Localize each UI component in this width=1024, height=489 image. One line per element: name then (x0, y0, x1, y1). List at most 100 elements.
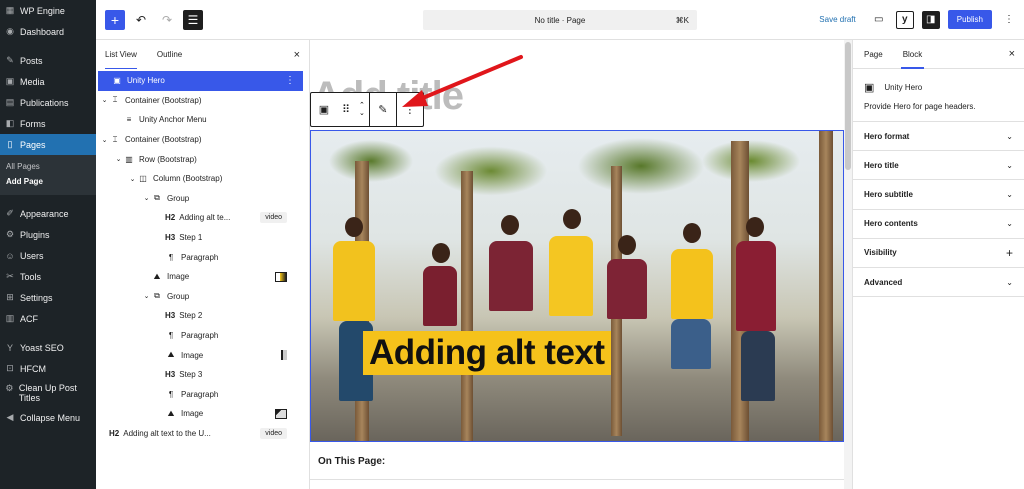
block-name: Unity Hero (884, 83, 923, 92)
close-icon[interactable]: × (294, 49, 300, 61)
redo-button[interactable]: ↷ (157, 10, 177, 30)
row-column[interactable]: ⌄ ◫ Column (Bootstrap) (96, 169, 309, 189)
edit-pencil-icon[interactable]: ✎ (374, 101, 392, 119)
row-image-1[interactable]: ⛰ Image (96, 267, 309, 287)
row-paragraph-1[interactable]: ¶ Paragraph (96, 247, 309, 267)
block-label: Step 3 (179, 370, 203, 380)
menu-item-appearance[interactable]: ✐ Appearance (0, 203, 96, 224)
row-unity-hero[interactable]: ▣ Unity Hero ⋮ (98, 71, 303, 91)
add-block-button[interactable]: + (105, 9, 125, 30)
plus-icon[interactable]: + (1006, 246, 1013, 260)
menu-item-acf[interactable]: ▥ ACF (0, 308, 96, 329)
row-image-3[interactable]: ⛰ Image (96, 404, 309, 424)
menu-item-forms[interactable]: ◧ Forms (0, 113, 96, 134)
submenu-item-add-page[interactable]: Add Page (0, 174, 96, 189)
row-group-2[interactable]: ⌄ ⧉ Group (96, 287, 309, 307)
menu-item-posts[interactable]: ✎ Posts (0, 50, 96, 71)
menu-item-dashboard[interactable]: ◉ Dashboard (0, 21, 96, 42)
settings-tabs: Page Block × (853, 40, 1024, 69)
row-anchor-menu[interactable]: ≡ Unity Anchor Menu (96, 110, 309, 130)
expand-caret-icon[interactable]: ⌄ (142, 194, 151, 202)
menu-item-plugins[interactable]: ⚙ Plugins (0, 224, 96, 245)
panel-visibility[interactable]: Visibility + (853, 239, 1024, 268)
chevron-down-icon[interactable]: ⌄ (1006, 132, 1013, 141)
drag-handle-icon[interactable]: ⠿ (337, 101, 355, 119)
tab-block[interactable]: Block (900, 40, 924, 69)
block-label: Image (181, 409, 204, 419)
row-row[interactable]: ⌄ ▥ Row (Bootstrap) (96, 149, 309, 169)
menu-item-clean-up-post-titles[interactable]: ⚙ Clean Up Post Titles (0, 379, 96, 407)
menu-item-hfcm[interactable]: ⊡ HFCM (0, 358, 96, 379)
panel-hero-title[interactable]: Hero title ⌄ (853, 151, 1024, 181)
admin-menu: ▦ WP Engine ◉ Dashboard ✎ Posts ▣ Media ▤ Publica… (0, 0, 96, 489)
save-draft-button[interactable]: Save draft (819, 15, 855, 24)
settings-sidebar-icon[interactable]: ◨ (921, 10, 940, 29)
block-type-icon: ⧉ (154, 291, 160, 301)
more-options-icon[interactable]: ⋮ (401, 101, 419, 119)
menu-item-media[interactable]: ▣ Media (0, 71, 96, 92)
tab-page[interactable]: Page (864, 40, 883, 69)
panel-advanced[interactable]: Advanced ⌄ (853, 268, 1024, 298)
row-h3-step1[interactable]: H3 Step 1 (96, 228, 309, 248)
panel-hero-subtitle[interactable]: Hero subtitle ⌄ (853, 180, 1024, 210)
menu-item-yoast-seo[interactable]: Y Yoast SEO (0, 337, 96, 358)
panel-hero-contents[interactable]: Hero contents ⌄ (853, 210, 1024, 239)
tab-list-view[interactable]: List View (105, 40, 137, 69)
panel-hero-format[interactable]: Hero format ⌄ (853, 122, 1024, 152)
yoast-icon[interactable]: y (895, 10, 914, 29)
editor-top-toolbar: + ↶ ↷ ☰ No title · Page ⌘K Save draft ▭ … (96, 0, 1024, 40)
publish-button[interactable]: Publish (947, 10, 992, 29)
menu-item-collapse-menu[interactable]: ◀ Collapse Menu (0, 407, 96, 428)
block-type-icon[interactable]: ▣ (315, 101, 333, 119)
close-icon[interactable]: × (1009, 48, 1015, 60)
menu-item-label: Appearance (20, 208, 69, 219)
move-up-icon[interactable]: ⌃ (359, 102, 365, 110)
submenu-item-all-pages[interactable]: All Pages (0, 159, 96, 174)
menu-item-publications[interactable]: ▤ Publications (0, 92, 96, 113)
row-h3-step3[interactable]: H3 Step 3 (96, 365, 309, 385)
tab-outline[interactable]: Outline (157, 40, 182, 69)
on-this-page-label[interactable]: On This Page: (310, 444, 844, 480)
row-image-2[interactable]: ⛰ Image (96, 345, 309, 365)
list-view-panel: List View Outline × ▣ Unity Hero ⋮ ⌄ ⌶ Contai… (96, 40, 310, 489)
expand-caret-icon[interactable]: ⌄ (114, 155, 123, 163)
row-paragraph-3[interactable]: ¶ Paragraph (96, 385, 309, 405)
document-overview-button[interactable]: ☰ (183, 9, 203, 30)
block-settings-sidebar: Page Block × ▣ Unity Hero Provide Hero f… (852, 40, 1024, 489)
pages-icon: ▯ (7, 139, 13, 149)
hero-heading[interactable]: Adding alt text (363, 331, 611, 375)
expand-caret-icon[interactable]: ⌄ (128, 175, 137, 183)
row-h2-adding[interactable]: H2 Adding alt te... video (96, 208, 309, 228)
expand-caret-icon[interactable]: ⌄ (100, 136, 109, 144)
block-options-icon[interactable]: ⋮ (285, 75, 295, 86)
row-group-1[interactable]: ⌄ ⧉ Group (96, 189, 309, 209)
settings-panels: Hero format ⌄ Hero title ⌄ Hero subtitle ⌄ Her… (853, 122, 1024, 298)
hero-block[interactable]: Adding alt text (310, 130, 844, 442)
row-container-1[interactable]: ⌄ ⌶ Container (Bootstrap) (96, 91, 309, 111)
chevron-down-icon[interactable]: ⌄ (1006, 219, 1013, 228)
preview-icon[interactable]: ▭ (870, 11, 888, 29)
menu-item-wp-engine[interactable]: ▦ WP Engine (0, 0, 96, 21)
options-icon[interactable]: ⋮ (1000, 11, 1018, 29)
block-label: Container (Bootstrap) (125, 95, 202, 105)
chevron-down-icon[interactable]: ⌄ (1006, 190, 1013, 199)
scrollbar-thumb[interactable] (845, 42, 851, 170)
menu-item-pages[interactable]: ▯ Pages (0, 134, 96, 155)
menu-item-tools[interactable]: ✂ Tools (0, 266, 96, 287)
row-h3-step2[interactable]: H3 Step 2 (96, 306, 309, 326)
command-palette-bar[interactable]: No title · Page ⌘K (423, 10, 697, 30)
row-paragraph-2[interactable]: ¶ Paragraph (96, 326, 309, 346)
chevron-down-icon[interactable]: ⌄ (1006, 278, 1013, 287)
chevron-down-icon[interactable]: ⌄ (1006, 161, 1013, 170)
menu-item-settings[interactable]: ⊞ Settings (0, 287, 96, 308)
move-down-icon[interactable]: ⌄ (359, 110, 365, 118)
expand-caret-icon[interactable]: ⌄ (100, 96, 109, 104)
row-h2-bottom[interactable]: H2 Adding alt text to the U... video (96, 424, 309, 444)
canvas-scrollbar[interactable] (844, 40, 852, 489)
undo-button[interactable]: ↶ (131, 10, 151, 30)
menu-separator (0, 195, 96, 203)
expand-caret-icon[interactable]: ⌄ (142, 292, 151, 300)
menu-item-users[interactable]: ☺ Users (0, 245, 96, 266)
row-container-2[interactable]: ⌄ ⌶ Container (Bootstrap) (96, 130, 309, 150)
heading-level-icon: H3 (165, 311, 176, 321)
